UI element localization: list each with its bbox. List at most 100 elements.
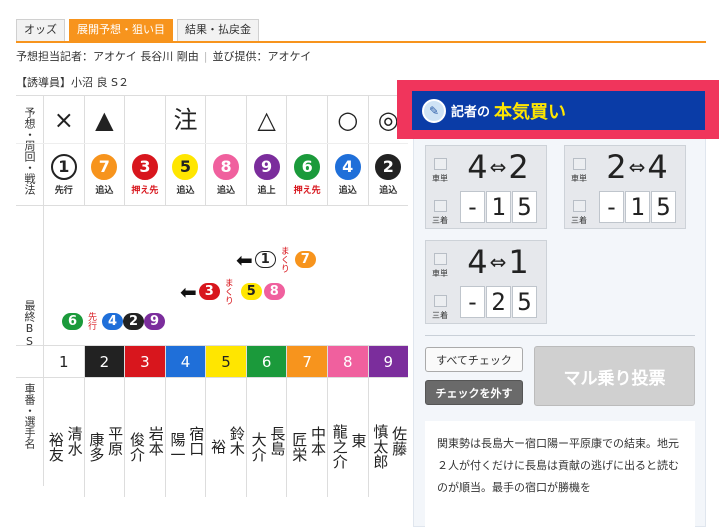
rider-first-name: 裕 xyxy=(209,439,228,454)
bet-type-column: 車単 三着 xyxy=(426,146,453,228)
divider xyxy=(425,335,695,336)
rider-last-name: 平原 xyxy=(106,425,125,456)
uncheck-button[interactable]: チェックを外す xyxy=(425,380,523,405)
digit-box: 1 xyxy=(486,191,511,223)
tab-odds[interactable]: オッズ xyxy=(16,19,65,41)
combo-second: 4 xyxy=(647,148,668,186)
bet-type-trifecta[interactable]: 三着 xyxy=(429,188,451,226)
bs-line-1: ⬅ 1 まくり 7 xyxy=(236,246,316,273)
trifecta-digits: -25 xyxy=(460,286,538,320)
rider-first-name: 大介 xyxy=(249,431,268,462)
bet-card-2: 車単 三着 2 ⇔ 4-1 5 xyxy=(564,145,686,229)
rider-name-5[interactable]: 鈴木裕 xyxy=(206,378,247,497)
reporter-name: 予想担当記者：アオケイ 長谷川 剛由 xyxy=(16,50,199,63)
bet-type-trifecta[interactable]: 三着 xyxy=(429,283,451,321)
rider-first-name: 慎太郎 xyxy=(371,424,390,469)
banner-title: 本気買い xyxy=(494,101,567,123)
style-cell-8: 4 追込 xyxy=(328,144,369,205)
rider-first-name: 龍之介 xyxy=(330,424,349,469)
race-style-text: 追込 xyxy=(176,185,195,196)
rider-name-9[interactable]: 佐藤 慎太郎 xyxy=(369,378,409,497)
banner-label: 記者の xyxy=(451,105,491,120)
bet-type-label: 車単 xyxy=(432,269,448,278)
bs-line-3: 6 先行 4 2 9 xyxy=(62,312,165,330)
car-number-5: 5 xyxy=(206,346,247,377)
bet-type-label: 三着 xyxy=(432,216,448,225)
rider-first-name: 陽一 xyxy=(168,431,187,462)
rider-name-3[interactable]: 岩本 俊介 xyxy=(125,378,166,497)
rider-name-7[interactable]: 中本 匠栄 xyxy=(287,378,328,497)
checkbox-icon[interactable] xyxy=(572,158,586,170)
race-style-text: 押え先 xyxy=(131,185,159,196)
bet-type-exacta[interactable]: 車単 xyxy=(568,146,590,184)
reporter-info: 予想担当記者：アオケイ 長谷川 剛由 | 並び提供：アオケイ xyxy=(16,48,311,64)
checkbox-icon[interactable] xyxy=(433,200,447,212)
banner: ✎ 記者の 本気買い xyxy=(412,91,705,130)
bet-type-label: 車単 xyxy=(432,174,448,183)
race-style-text: 追込 xyxy=(379,185,398,196)
reporter-avatar-icon: ✎ xyxy=(422,98,446,123)
checkbox-icon[interactable] xyxy=(433,253,447,265)
rider-first-name: 裕友 xyxy=(46,431,65,462)
mark-2: ▲ xyxy=(95,105,114,134)
bet-type-exacta[interactable]: 車単 xyxy=(429,146,451,184)
rider-names-row: 清水 裕友 平原 康多 岩本 俊介 宿口 陽一 鈴木裕長島 大介 中本 匠栄東龍之介 佐藤 慎太郎 xyxy=(16,377,408,497)
two-way-arrow-icon: ⇔ xyxy=(628,155,646,179)
bet-type-label: 車単 xyxy=(571,174,587,183)
combo-first: 2 xyxy=(606,148,627,186)
car-number-3: 3 xyxy=(125,346,166,377)
style-row: 1 先行 7 追込 3 押え先 5 追込 8 追込 9 追上 6 押え先 4 追込 2 追込 xyxy=(16,143,408,205)
bet-type-trifecta[interactable]: 三着 xyxy=(568,188,590,226)
rider-last-name: 宿口 xyxy=(187,425,206,456)
rider-last-name: 東 xyxy=(349,433,368,448)
rider-last-name: 長島 xyxy=(268,425,287,456)
bs-line-2: ⬅ 3 まくり 5 8 xyxy=(180,278,285,305)
style-cell-3: 3 押え先 xyxy=(125,144,166,205)
rider-last-name: 鈴木 xyxy=(227,425,246,456)
car-number-circle: 3 xyxy=(131,153,158,180)
style-cell-1: 1 先行 xyxy=(44,144,85,205)
marks-row: 予想・周回・戦法 × ▲ 注 △ ○ ◎ xyxy=(16,95,408,206)
checkbox-icon[interactable] xyxy=(572,200,586,212)
comment-box: 関東勢は長島大ー宿口陽ー平原康での結束。地元２人が付くだけに長島は貢献の逃げに出… xyxy=(425,421,695,527)
bs-pill-2: 2 xyxy=(123,312,144,330)
rider-last-name: 佐藤 xyxy=(390,425,409,456)
rider-name-4[interactable]: 宿口 陽一 xyxy=(166,378,207,497)
car-number-circle: 7 xyxy=(91,153,118,180)
digit-box: 5 xyxy=(512,191,537,223)
tab-results[interactable]: 結果・払戻金 xyxy=(177,19,259,41)
car-number-8: 8 xyxy=(327,346,369,377)
bet-type-exacta[interactable]: 車単 xyxy=(429,241,451,279)
mark-1: × xyxy=(53,105,74,134)
rider-last-name: 清水 xyxy=(65,425,84,456)
separator: | xyxy=(203,50,208,63)
race-style-text: 追込 xyxy=(338,185,357,196)
digit-box: 5 xyxy=(512,286,537,318)
digit-box: - xyxy=(599,191,624,223)
bs-label-makuri: まくり xyxy=(222,278,233,305)
marks-cells: × ▲ 注 △ ○ ◎ xyxy=(44,96,408,143)
rider-name-2[interactable]: 平原 康多 xyxy=(85,378,126,497)
race-style-text: 追込 xyxy=(95,185,114,196)
check-all-button[interactable]: すべてチェック xyxy=(425,347,523,372)
rider-name-8[interactable]: 東龍之介 xyxy=(328,378,369,497)
checkbox-icon[interactable] xyxy=(433,158,447,170)
car-number-cells: 123456789 xyxy=(44,346,409,377)
digit-box: 2 xyxy=(486,286,511,318)
digit-box: 1 xyxy=(625,191,650,223)
car-number-4: 4 xyxy=(165,346,207,377)
bs-pill-4: 4 xyxy=(102,312,123,330)
comment-text: 関東勢は長島大ー宿口陽ー平原康での結束。地元２人が付くだけに長島は貢献の逃げに出… xyxy=(437,437,679,494)
rider-name-1[interactable]: 清水 裕友 xyxy=(44,378,85,497)
mark-8: ○ xyxy=(337,105,359,134)
tab-bar: オッズ 展開予想・狙い目 結果・払戻金 xyxy=(16,19,263,41)
bs-pill-3: 3 xyxy=(198,283,220,300)
bs-pill-6: 6 xyxy=(62,312,83,330)
bet-combination: 2 ⇔ 4 xyxy=(591,148,683,186)
car-number-2: 2 xyxy=(84,346,126,377)
style-cell-7: 6 押え先 xyxy=(287,144,328,205)
vote-button[interactable]: マル乗り投票 xyxy=(534,346,695,406)
rider-name-6[interactable]: 長島 大介 xyxy=(247,378,288,497)
checkbox-icon[interactable] xyxy=(433,295,447,307)
tab-prediction[interactable]: 展開予想・狙い目 xyxy=(69,19,173,41)
